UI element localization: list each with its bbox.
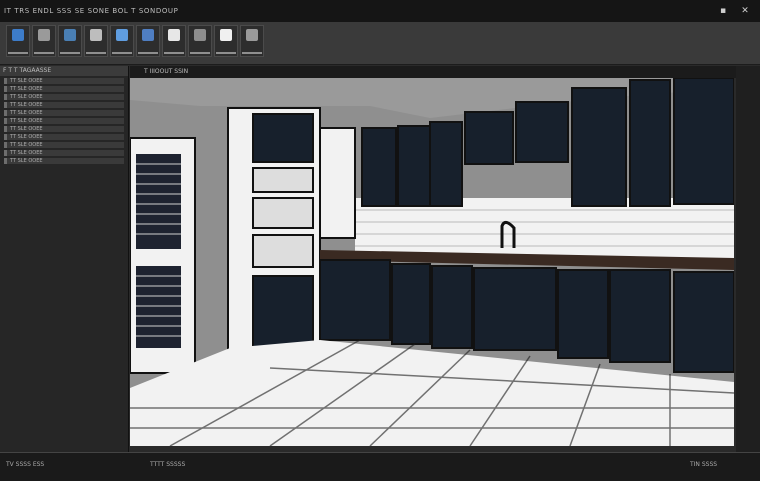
viewport-title: T IIIOOUT SSIN bbox=[144, 68, 189, 75]
panel-row[interactable]: TT SLE OOEE bbox=[4, 78, 124, 84]
button-label-bar bbox=[60, 52, 80, 54]
grid-button[interactable] bbox=[188, 25, 212, 57]
button-label-bar bbox=[190, 52, 210, 54]
edit-button[interactable] bbox=[32, 25, 56, 57]
panel-icon bbox=[246, 29, 258, 41]
panel-row[interactable]: TT SLE OOEE bbox=[4, 126, 124, 132]
page-button[interactable] bbox=[214, 25, 238, 57]
refresh-icon bbox=[64, 29, 76, 41]
browser-button[interactable] bbox=[110, 25, 134, 57]
status-left: TV SSSS ESS bbox=[6, 461, 45, 468]
button-label-bar bbox=[216, 52, 236, 54]
button-label-bar bbox=[138, 52, 158, 54]
left-panel: F T T TAGAASSE TT SLE OOEE TT SLE OOEE TT … bbox=[0, 66, 129, 454]
page-icon bbox=[220, 29, 232, 41]
panel-button[interactable] bbox=[240, 25, 264, 57]
panel-row[interactable]: TT SLE OOEE bbox=[4, 150, 124, 156]
globe-icon bbox=[12, 29, 24, 41]
panel-row[interactable]: TT SLE OOEE bbox=[4, 86, 124, 92]
minimize-icon[interactable]: ▪ bbox=[716, 4, 730, 18]
close-icon[interactable]: ✕ bbox=[738, 4, 752, 18]
clock-button[interactable] bbox=[162, 25, 186, 57]
button-label-bar bbox=[164, 52, 184, 54]
layers-button[interactable] bbox=[84, 25, 108, 57]
panel-row[interactable]: TT SLE OOEE bbox=[4, 142, 124, 148]
button-label-bar bbox=[34, 52, 54, 54]
viewport-header: T IIIOOUT SSIN bbox=[130, 66, 742, 78]
render-viewport[interactable] bbox=[130, 78, 734, 446]
status-center: TTTT SSSSS bbox=[150, 461, 186, 468]
right-toolbar bbox=[736, 66, 760, 454]
left-panel-header: F T T TAGAASSE bbox=[0, 66, 128, 76]
panel-row[interactable]: TT SLE OOEE bbox=[4, 118, 124, 124]
panel-row[interactable]: TT SLE OOEE bbox=[4, 94, 124, 100]
pen-icon bbox=[38, 29, 50, 41]
status-right: TIN SSSS bbox=[690, 461, 718, 468]
browser-icon bbox=[116, 29, 128, 41]
panel-row[interactable]: TT SLE OOEE bbox=[4, 158, 124, 164]
panel-row[interactable]: TT SLE OOEE bbox=[4, 134, 124, 140]
button-label-bar bbox=[242, 52, 262, 54]
title-bar: IT TRS ENDL SSS SE SONE BOL T SONDOUP ▪ … bbox=[0, 0, 760, 22]
kitchen-render bbox=[130, 78, 734, 446]
panel-row[interactable]: TT SLE OOEE bbox=[4, 102, 124, 108]
toolbar-ribbon bbox=[0, 22, 760, 65]
grid-icon bbox=[194, 29, 206, 41]
ie-button[interactable] bbox=[6, 25, 30, 57]
layers-icon bbox=[90, 29, 102, 41]
window-title: IT TRS ENDL SSS SE SONE BOL T SONDOUP bbox=[4, 7, 179, 15]
button-label-bar bbox=[86, 52, 106, 54]
document-button[interactable] bbox=[136, 25, 160, 57]
refresh-button[interactable] bbox=[58, 25, 82, 57]
panel-row[interactable]: TT SLE OOEE bbox=[4, 110, 124, 116]
button-label-bar bbox=[8, 52, 28, 54]
clock-icon bbox=[168, 29, 180, 41]
document-icon bbox=[142, 29, 154, 41]
button-label-bar bbox=[112, 52, 132, 54]
status-bar: TV SSSS ESS TTTT SSSSS TIN SSSS bbox=[0, 452, 760, 481]
